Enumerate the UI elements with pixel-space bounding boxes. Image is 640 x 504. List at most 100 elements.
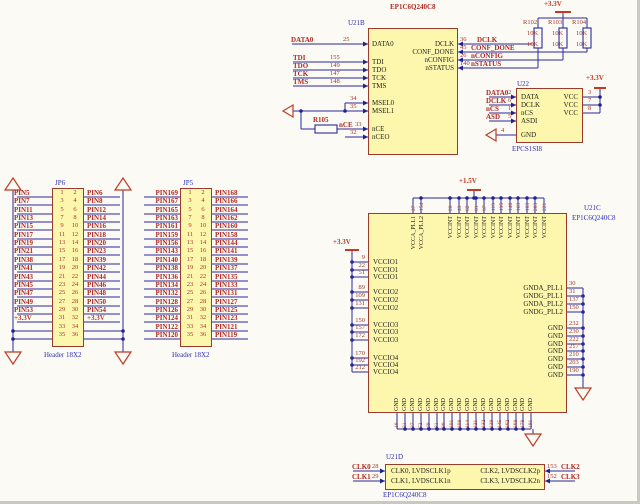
u21b-comment: EP1C6Q240C8	[390, 3, 436, 11]
header-pin-number: 13	[184, 239, 196, 247]
pin-number: 3	[588, 89, 591, 97]
header-pin-number: 30	[197, 306, 209, 314]
pin-name: VCCA_PLL1	[411, 216, 417, 249]
header-pin-number: 18	[197, 256, 209, 264]
pin-name: VCCINT	[525, 216, 531, 238]
pin-name: VCCINT	[508, 216, 514, 238]
pin-number: 51	[353, 269, 365, 277]
header-pin-number: 5	[184, 206, 196, 214]
pin-number: 108	[457, 420, 463, 428]
u21c-designator: U21C	[584, 204, 601, 212]
net-label: PIN143	[142, 247, 178, 255]
net-label: PIN160	[215, 222, 238, 230]
net-label: CLK0	[352, 463, 371, 471]
pin-number: 21	[402, 423, 408, 429]
net-label: PIN165	[142, 206, 178, 214]
net-label: PIN17	[14, 231, 33, 239]
pin-number: 150	[569, 304, 579, 312]
header-pin-number: 25	[184, 289, 196, 297]
header-pin-number: 8	[197, 214, 209, 222]
net-label: PIN44	[87, 273, 106, 281]
net-label: CLK1	[352, 473, 371, 481]
gnd-symbol	[283, 105, 293, 117]
pin-number: 26	[460, 52, 467, 60]
header-pin-number: 20	[197, 264, 209, 272]
pin-name: GND	[497, 398, 503, 411]
net-label: PIN164	[215, 206, 238, 214]
pin-name: GND	[470, 347, 563, 355]
header-pin-number: 19	[56, 264, 68, 272]
pin-name: DCLK	[368, 40, 454, 48]
pin-name: GNDG_PLL2	[470, 308, 563, 316]
header-pin-number: 32	[197, 314, 209, 322]
pin-name: nSTATUS	[368, 64, 454, 72]
junction-dot	[525, 196, 529, 200]
header-pin-number: 31	[184, 314, 196, 322]
u21b-designator: U21B	[348, 19, 365, 27]
junction-dot	[598, 95, 602, 99]
header-pin-number: 3	[184, 197, 196, 205]
header-pin-number: 17	[56, 256, 68, 264]
gnd-symbol	[486, 129, 496, 141]
pin-number: 31	[569, 288, 576, 296]
junction-dot	[533, 196, 537, 200]
net-label: PIN18	[87, 231, 106, 239]
header-pin-number: 29	[56, 306, 68, 314]
header-pin-number: 14	[69, 239, 81, 247]
net-label: PIN6	[87, 189, 103, 197]
header-pin-number: 1	[56, 189, 68, 197]
pin-number: 2	[508, 89, 511, 97]
pin-number: 203	[569, 359, 579, 367]
net-label: PIN46	[87, 281, 106, 289]
pin-number: 10	[394, 423, 400, 429]
net-label: PIN128	[142, 298, 178, 306]
header-pin-number: 24	[69, 281, 81, 289]
junction-dot	[121, 337, 125, 341]
pin-number: 8	[588, 105, 591, 113]
pin-name: VCCINT	[533, 216, 539, 238]
net-label: ASD	[486, 113, 500, 121]
header-pin-number: 12	[69, 231, 81, 239]
net-label: +3.3V	[14, 314, 32, 322]
junction-dot	[419, 196, 423, 200]
junction-dot	[11, 337, 15, 341]
net-label: nCE	[339, 121, 353, 129]
pin-number: 28	[372, 463, 379, 471]
junction-dot	[499, 196, 503, 200]
net-label: +3.3V	[87, 314, 105, 322]
pin-name: GND	[418, 398, 424, 411]
pin-number: 145	[497, 420, 503, 428]
pin-number: 81	[434, 423, 440, 429]
pin-name: GND	[410, 398, 416, 411]
net-label: PIN43	[14, 273, 33, 281]
r105-ref: R105	[313, 116, 329, 124]
net-label: DATA0	[291, 36, 313, 44]
header-pin-number: 33	[184, 323, 196, 331]
jp5-part: Header 18X2	[172, 351, 210, 359]
net-label: PIN21	[14, 247, 33, 255]
header-pin-number: 11	[184, 231, 196, 239]
header-pin-number: 27	[56, 298, 68, 306]
net-label: PIN136	[142, 273, 178, 281]
resistor-ref: R103	[548, 19, 562, 27]
pin-name: VCCINT	[499, 216, 505, 238]
net-label: PIN12	[87, 206, 106, 214]
net-label: PIN16	[87, 222, 106, 230]
header-pin-number: 26	[197, 289, 209, 297]
header-pin-number: 36	[197, 331, 209, 339]
pullup-rail-label: +3.3V	[544, 0, 562, 8]
net-label: PIN134	[142, 281, 178, 289]
pin-name: ASDI	[521, 117, 537, 125]
pin-name: TCK	[372, 74, 386, 82]
header-pin-number: 22	[69, 273, 81, 281]
net-label: DATA0	[486, 89, 508, 97]
header-pin-number: 30	[69, 306, 81, 314]
net-label: PIN48	[87, 289, 106, 297]
pin-name: GND	[441, 398, 447, 411]
pin-number: 153	[547, 463, 557, 471]
header-pin-number: 22	[197, 273, 209, 281]
pin-name: CONF_DONE	[368, 48, 454, 56]
pin-name: nCS	[521, 109, 533, 117]
jp5-designator: JP5	[183, 179, 193, 187]
net-label: PIN124	[142, 314, 178, 322]
